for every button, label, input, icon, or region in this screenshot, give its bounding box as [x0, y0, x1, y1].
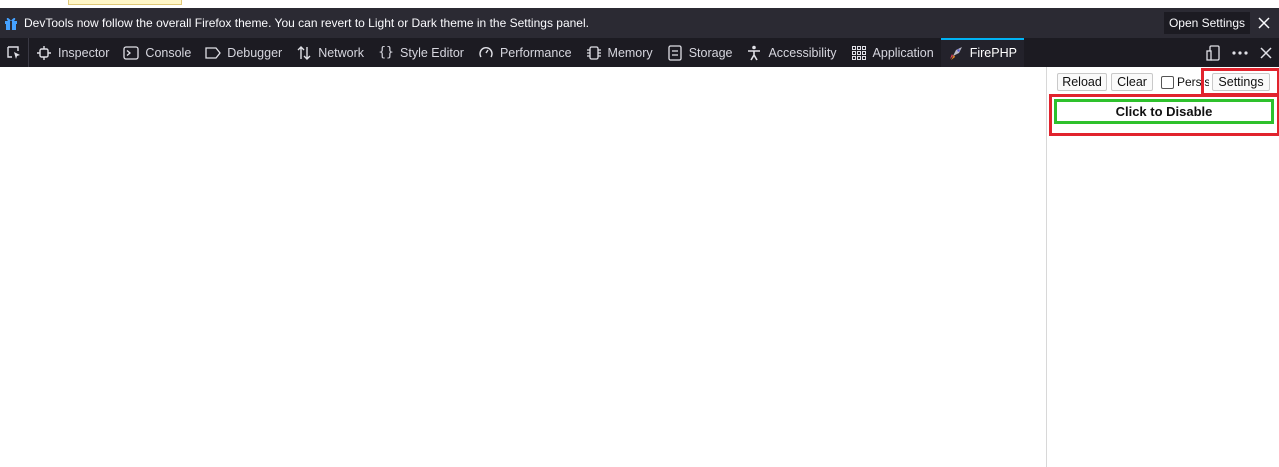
responsive-design-icon[interactable]	[1201, 38, 1227, 67]
tab-memory-label: Memory	[607, 45, 653, 60]
notification-message: DevTools now follow the overall Firefox …	[24, 16, 589, 30]
element-picker-icon[interactable]	[0, 38, 29, 67]
settings-highlight-box	[1201, 68, 1279, 96]
tab-accessibility[interactable]: Accessibility	[739, 38, 843, 67]
tab-application[interactable]: Application	[844, 38, 941, 67]
more-options-icon[interactable]	[1227, 38, 1253, 67]
tab-inspector-label: Inspector	[58, 45, 110, 60]
firephp-icon	[948, 45, 964, 61]
memory-icon	[586, 45, 602, 61]
theme-notification-bar: DevTools now follow the overall Firefox …	[0, 8, 1279, 38]
close-devtools-icon[interactable]	[1253, 38, 1279, 67]
accessibility-icon	[746, 45, 762, 61]
tab-debugger-label: Debugger	[227, 45, 283, 60]
page-tab-edge	[68, 0, 182, 5]
firephp-log-pane	[0, 67, 1046, 467]
click-to-disable-button[interactable]: Click to Disable	[1054, 99, 1274, 124]
storage-icon	[667, 44, 683, 61]
application-icon	[851, 45, 867, 61]
clear-button[interactable]: Clear	[1111, 73, 1153, 91]
console-icon	[123, 45, 140, 61]
tab-performance[interactable]: Performance	[471, 38, 579, 67]
firephp-side-panel: Reload Clear Persist Settings Click to D…	[1046, 67, 1279, 467]
inspector-icon	[36, 45, 52, 61]
tab-debugger[interactable]: Debugger	[198, 38, 289, 67]
toolbar-right-controls	[1201, 38, 1279, 67]
devtools-window: DevTools now follow the overall Firefox …	[0, 0, 1279, 467]
tab-memory[interactable]: Memory	[579, 38, 660, 67]
tab-firephp[interactable]: FirePHP	[940, 38, 1025, 67]
tab-storage-label: Storage	[688, 45, 733, 60]
tab-firephp-label: FirePHP	[969, 45, 1017, 60]
tab-performance-label: Performance	[499, 45, 572, 60]
tab-style-editor-label: Style Editor	[400, 45, 464, 60]
tab-style-editor[interactable]: {} Style Editor	[371, 38, 471, 67]
tab-console-label: Console	[145, 45, 192, 60]
tab-inspector[interactable]: Inspector	[29, 38, 116, 67]
tab-network[interactable]: Network	[289, 38, 371, 67]
reload-button[interactable]: Reload	[1057, 73, 1107, 91]
persist-checkbox[interactable]	[1161, 75, 1174, 89]
tab-console[interactable]: Console	[116, 38, 198, 67]
close-notification-icon[interactable]	[1254, 12, 1274, 34]
style-editor-icon: {}	[378, 45, 394, 60]
gift-icon	[3, 15, 19, 31]
tab-application-label: Application	[872, 45, 934, 60]
devtools-toolbar: Inspector Console Debugger Network {} St…	[0, 38, 1279, 67]
panel-tabs: Inspector Console Debugger Network {} St…	[29, 38, 1025, 67]
tab-network-label: Network	[318, 45, 365, 60]
network-icon	[296, 45, 312, 61]
open-settings-button[interactable]: Open Settings	[1163, 12, 1250, 34]
debugger-icon	[205, 45, 222, 61]
performance-icon	[478, 45, 494, 61]
tab-storage[interactable]: Storage	[660, 38, 740, 67]
browser-top-strip	[0, 0, 1279, 8]
tab-accessibility-label: Accessibility	[768, 45, 837, 60]
